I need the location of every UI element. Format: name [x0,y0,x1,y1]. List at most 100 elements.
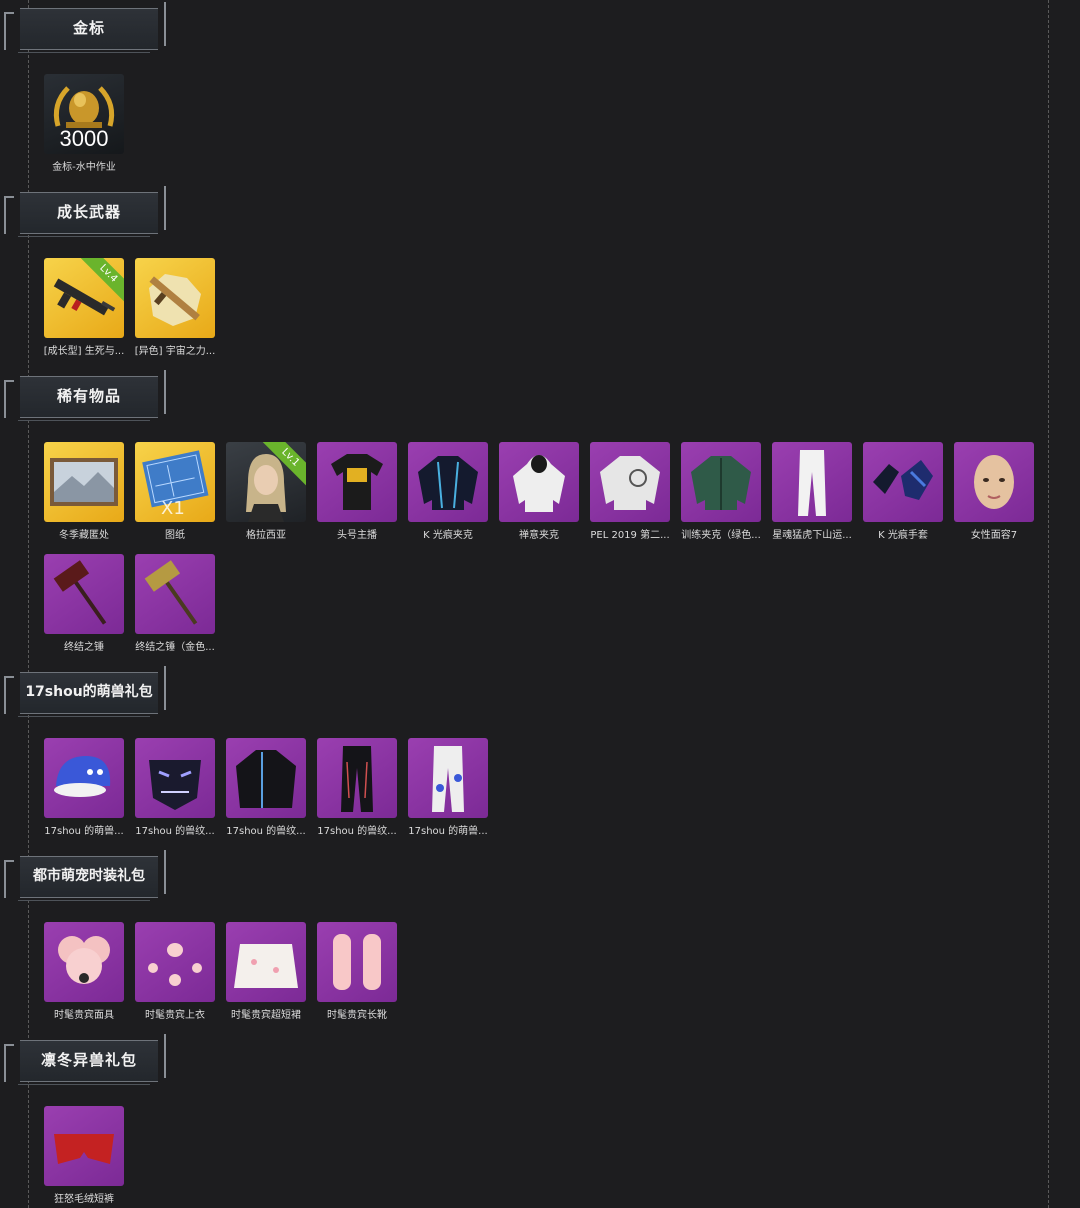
jacket-green-icon [691,456,751,510]
inventory-item[interactable]: 3000 金标-水中作业 [44,74,124,173]
inventory-item[interactable]: 星魂猛虎下山运... [772,442,852,541]
pants-icon [798,450,826,516]
inventory-item[interactable]: Lv.4 [成长型] 生死与... [44,258,124,357]
inventory-item[interactable]: 头号主播 [317,442,397,541]
item-tile[interactable] [135,258,215,338]
item-tile[interactable]: Lv.1 [226,442,306,522]
poodle-top-icon [148,943,202,986]
inventory-item[interactable]: K 光痕手套 [863,442,943,541]
item-tile[interactable] [772,442,852,522]
inventory-item[interactable]: 17shou 的兽纹... [135,738,215,837]
section-title: 成长武器 [56,203,121,221]
inventory-item[interactable]: 时髦贵宾长靴 [317,922,397,1021]
item-caption: 17shou 的兽纹... [135,826,215,837]
item-tile[interactable] [44,922,124,1002]
item-caption: 时髦贵宾上衣 [145,1010,205,1021]
item-tile[interactable] [954,442,1034,522]
section-header: 凛冬异兽礼包 [4,1034,166,1090]
item-tile[interactable] [44,1106,124,1186]
inventory-item[interactable]: X1 图纸 [135,442,215,541]
inventory-item[interactable]: 训练夹克（绿色... [681,442,761,541]
item-caption: 女性面容7 [970,530,1018,541]
timeline-left-dashed-line [28,0,29,1208]
section-title: 稀有物品 [56,387,121,405]
item-tile[interactable] [408,442,488,522]
section-title: 金标 [72,19,105,37]
item-count: 3000 [59,126,109,151]
item-caption: 格拉西亚 [246,530,286,541]
item-tile[interactable] [317,738,397,818]
item-tile[interactable] [44,738,124,818]
inventory-item[interactable]: 冬季藏匿处 [44,442,124,541]
section-header: 稀有物品 [4,370,166,426]
item-tile[interactable] [44,442,124,522]
pants-black-icon [341,746,373,812]
item-caption: 时髦贵宾超短裙 [231,1010,301,1021]
item-caption: 终结之锤 [64,642,104,653]
item-caption: PEL 2019 第二... [590,530,670,541]
inventory-item[interactable]: [异色] 宇宙之力... [135,258,215,357]
section-header: 成长武器 [4,186,166,242]
item-caption: 头号主播 [337,530,377,541]
item-caption: 终结之锤（金色... [135,642,215,653]
item-caption: 冬季藏匿处 [59,530,109,541]
painting-icon [50,458,118,506]
item-tile[interactable]: Lv.4 [44,258,124,338]
inventory-item[interactable]: 时髦贵宾上衣 [135,922,215,1021]
inventory-item[interactable]: 狂怒毛绒短裤 [44,1106,124,1205]
poodle-skirt-icon [234,944,298,988]
hammer-gold-icon [144,560,198,625]
item-tile[interactable] [590,442,670,522]
inventory-item[interactable]: PEL 2019 第二... [590,442,670,541]
inventory-item[interactable]: 终结之锤 [44,554,124,653]
inventory-item[interactable]: 17shou 的萌兽... [408,738,488,837]
shorts-icon [54,1134,114,1164]
inventory-item[interactable]: 终结之锤（金色... [135,554,215,653]
item-tile[interactable] [863,442,943,522]
item-tile[interactable] [226,738,306,818]
poodle-boots-icon [333,934,381,990]
jacket-icon [418,456,478,510]
inventory-item[interactable]: Lv.1 格拉西亚 [226,442,306,541]
mask-icon [149,760,201,810]
rifle-map-icon [149,274,201,326]
section-title: 凛冬异兽礼包 [40,1051,137,1069]
section-header: 17shou的萌兽礼包 [4,666,166,722]
hoodie-icon [513,455,565,512]
item-tile[interactable] [135,738,215,818]
inventory-item[interactable]: K 光痕夹克 [408,442,488,541]
pants-white-icon [432,746,464,812]
item-caption: K 光痕手套 [878,530,928,541]
item-tile[interactable] [44,554,124,634]
item-caption: [成长型] 生死与... [43,346,125,357]
item-tile[interactable] [317,922,397,1002]
item-caption: 17shou 的兽纹... [226,826,306,837]
item-tile[interactable] [681,442,761,522]
item-caption: 金标-水中作业 [52,162,116,173]
item-tile[interactable]: X1 [135,442,215,522]
item-caption: 禅意夹克 [519,530,559,541]
item-caption: 星魂猛虎下山运... [772,530,852,541]
item-tile[interactable] [226,922,306,1002]
item-caption: 训练夹克（绿色... [681,530,761,541]
tshirt-icon [331,454,383,510]
inventory-item[interactable]: 禅意夹克 [499,442,579,541]
inventory-item[interactable]: 女性面容7 [954,442,1034,541]
item-tile[interactable]: 3000 [44,74,124,154]
inventory-item[interactable]: 时髦贵宾面具 [44,922,124,1021]
cap-icon [54,756,111,797]
item-caption: 时髦贵宾长靴 [327,1010,387,1021]
hammer-icon [53,560,107,625]
item-tile[interactable] [135,554,215,634]
item-tile[interactable] [317,442,397,522]
item-tile[interactable] [408,738,488,818]
item-caption: [异色] 宇宙之力... [134,346,216,357]
inventory-item[interactable]: 时髦贵宾超短裙 [226,922,306,1021]
inventory-item[interactable]: 17shou 的兽纹... [317,738,397,837]
inventory-item[interactable]: 17shou 的兽纹... [226,738,306,837]
item-caption: 17shou 的兽纹... [317,826,397,837]
item-tile[interactable] [135,922,215,1002]
item-tile[interactable] [499,442,579,522]
inventory-item[interactable]: 17shou 的萌兽... [44,738,124,837]
gloves-icon [873,460,933,500]
